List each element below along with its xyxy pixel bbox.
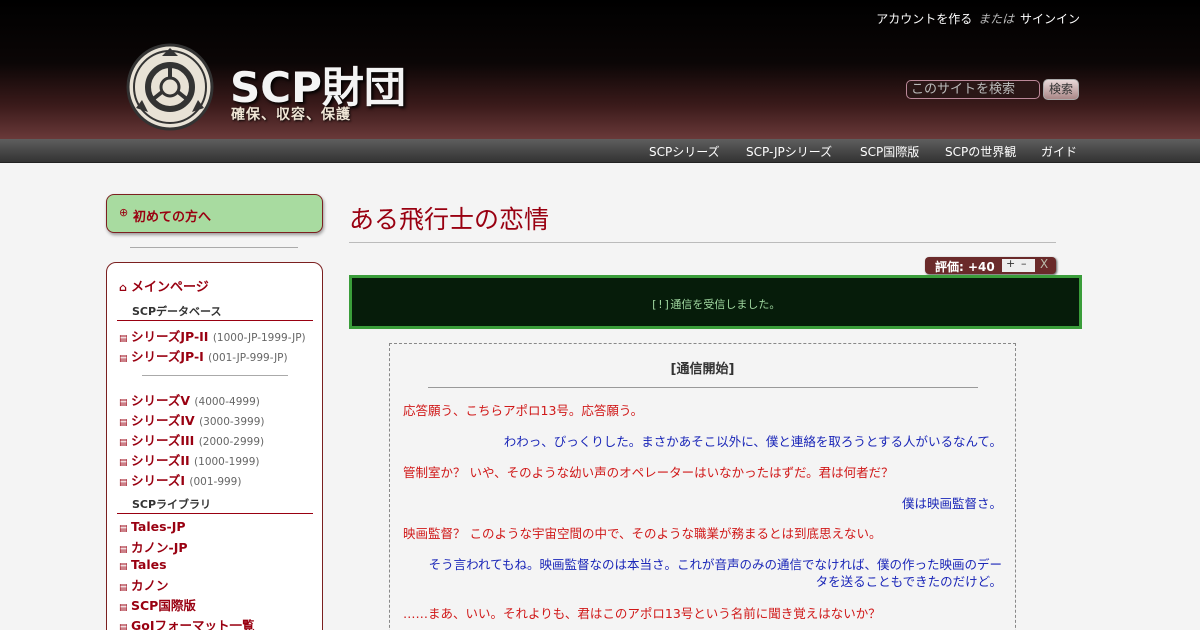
nav-item-scp-series[interactable]: SCPシリーズ	[649, 143, 720, 160]
search-input[interactable]: このサイトを検索	[906, 80, 1040, 99]
library-label: SCP国際版	[131, 598, 196, 613]
sidebar-item-series-4[interactable]: ▤ シリーズIV (3000-3999)	[119, 410, 265, 429]
site-subtitle: 確保、収容、保護	[231, 107, 351, 123]
series-label: シリーズJP-I	[131, 349, 204, 364]
nav-item-guide[interactable]: ガイド	[1041, 143, 1077, 160]
series-range: (001-999)	[189, 476, 242, 488]
search-button[interactable]: 検索	[1043, 79, 1079, 100]
series-label: シリーズIII	[131, 433, 195, 448]
series-label: シリーズV	[131, 393, 191, 408]
nav-item-scp-worldview[interactable]: SCPの世界観	[945, 143, 1016, 160]
document-icon: ▤	[119, 583, 128, 593]
log-line: 応答願う、こちらアポロ13号。応答願う。	[403, 403, 644, 418]
sidebar-item-tales[interactable]: ▤ Tales	[119, 557, 167, 572]
sidebar-item-main-page[interactable]: ⌂ メインページ	[119, 276, 209, 295]
rate-down-button[interactable]: –	[1021, 257, 1027, 270]
document-icon: ▤	[119, 354, 128, 364]
document-icon: ▤	[119, 623, 128, 630]
document-icon: ▤	[119, 545, 128, 555]
sidebar-item-goi-formats[interactable]: ▤ GoIフォーマット一覧	[119, 615, 255, 630]
log-line: 僕は映画監督さ。	[901, 496, 1002, 511]
document-icon: ▤	[119, 398, 128, 408]
sidebar-item-canon-jp[interactable]: ▤ カノン-JP	[119, 537, 188, 556]
library-label: GoIフォーマット一覧	[131, 618, 255, 630]
log-line: ……まあ、いい。それよりも、君はこのアポロ13号という名前に聞き覚えはないか？	[403, 606, 881, 621]
library-label: カノン	[131, 578, 169, 593]
sidebar-divider	[142, 375, 288, 376]
signin-link[interactable]: サインイン	[1020, 12, 1080, 26]
sidebar-item-series-1[interactable]: ▤ シリーズI (001-999)	[119, 470, 241, 489]
log-line: そう言われてもね。映画監督なのは本当さ。これが音声のみの通信でなければ、僕の作っ…	[428, 557, 1002, 572]
section-heading-database: SCPデータベース	[117, 303, 313, 321]
sidebar-item-series-2[interactable]: ▤ シリーズII (1000-1999)	[119, 450, 259, 469]
communication-log: [通信開始] 応答願う、こちらアポロ13号。応答願う。 わわっ、びっくりした。ま…	[389, 343, 1016, 630]
series-label: シリーズJP-II	[131, 329, 209, 344]
document-icon: ▤	[119, 458, 128, 468]
log-line: 管制室か？ いや、そのような幼い声のオペレーターはいなかったはずだ。君は何者だ？	[403, 465, 894, 480]
library-label: Tales	[131, 557, 167, 572]
log-line: わわっ、びっくりした。まさかあそこ以外に、僕と連絡を取ろうとする人がいるなんて。	[503, 434, 1002, 449]
log-header: [通信開始]	[670, 362, 735, 377]
page-title: ある飛行士の恋情	[349, 205, 550, 234]
or-text: または	[978, 12, 1015, 26]
account-links: アカウントを作る または サインイン	[876, 10, 1080, 27]
rating-label: 評価: +40	[935, 260, 995, 274]
library-label: カノン-JP	[131, 540, 188, 555]
home-icon: ⌂	[119, 281, 127, 294]
welcome-button[interactable]: ⊕ 初めての方へ	[106, 194, 323, 233]
nav-item-scp-international[interactable]: SCP国際版	[860, 143, 919, 160]
sidebar-item-series-jp-1[interactable]: ▤ シリーズJP-I (001-JP-999-JP)	[119, 346, 288, 365]
series-range: (2000-2999)	[198, 436, 265, 448]
section-heading-library: SCPライブラリ	[117, 496, 313, 514]
document-icon: ▤	[119, 478, 128, 488]
site-header: アカウントを作る または サインイン SCP財団 確保、収容、保護 このサイトを…	[0, 0, 1200, 140]
rating-buttons: + –	[1002, 257, 1035, 272]
log-divider	[428, 387, 978, 388]
document-icon: ▤	[119, 334, 128, 344]
series-range: (1000-1999)	[194, 456, 260, 468]
rate-up-button[interactable]: +	[1006, 257, 1015, 270]
series-label: シリーズII	[131, 453, 190, 468]
sidebar-item-scp-international[interactable]: ▤ SCP国際版	[119, 595, 196, 614]
rating-module: 評価: +40 + – X	[925, 257, 1056, 274]
main-page-label: メインページ	[131, 280, 209, 295]
terminal-message: [!]通信を受信しました。	[650, 298, 781, 311]
sidebar-divider	[130, 247, 298, 248]
series-range: (001-JP-999-JP)	[208, 352, 288, 364]
sidebar-item-series-jp-2[interactable]: ▤ シリーズJP-II (1000-JP-1999-JP)	[119, 326, 306, 345]
sidebar-item-canon[interactable]: ▤ カノン	[119, 575, 169, 594]
document-icon: ▤	[119, 603, 128, 613]
sidebar-item-series-3[interactable]: ▤ シリーズIII (2000-2999)	[119, 430, 264, 449]
series-range: (3000-3999)	[199, 416, 265, 428]
sidebar-item-series-5[interactable]: ▤ シリーズV (4000-4999)	[119, 390, 260, 409]
document-icon: ▤	[119, 418, 128, 428]
series-label: シリーズI	[131, 473, 186, 488]
title-divider	[349, 242, 1056, 243]
log-line: タを送ることもできたのだけど。	[815, 574, 1002, 589]
library-label: Tales-JP	[131, 519, 186, 534]
nav-item-scp-jp-series[interactable]: SCP-JPシリーズ	[746, 143, 832, 160]
scp-logo-icon[interactable]	[122, 42, 218, 132]
document-icon: ▤	[119, 524, 128, 534]
plus-circle-icon: ⊕	[119, 206, 129, 219]
top-navigation: SCPシリーズ SCP-JPシリーズ SCP国際版 SCPの世界観 ガイド	[0, 139, 1200, 163]
create-account-link[interactable]: アカウントを作る	[876, 12, 972, 26]
log-line: 映画監督？ このような宇宙空間の中で、そのような職業が務まるとは到底思えない。	[403, 526, 882, 541]
series-range: (4000-4999)	[194, 396, 260, 408]
welcome-label: 初めての方へ	[133, 210, 212, 225]
sidebar-item-tales-jp[interactable]: ▤ Tales-JP	[119, 519, 186, 534]
sidebar-menu: ⌂ メインページ SCPデータベース ▤ シリーズJP-II (1000-JP-19…	[106, 262, 323, 630]
series-label: シリーズIV	[131, 413, 195, 428]
document-icon: ▤	[119, 438, 128, 448]
rate-cancel-button[interactable]: X	[1040, 257, 1048, 271]
series-range: (1000-JP-1999-JP)	[212, 332, 306, 344]
transmission-notice: [!]通信を受信しました。	[349, 275, 1082, 329]
document-icon: ▤	[119, 562, 128, 572]
